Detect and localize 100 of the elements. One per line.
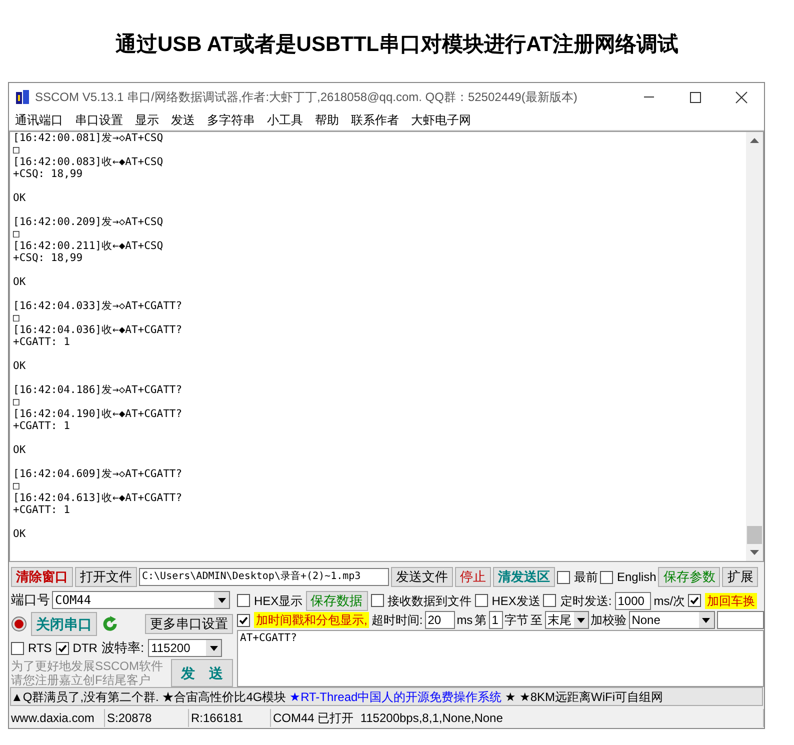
checkbox-label: 接收数据到文件 bbox=[388, 592, 472, 609]
interval-unit: ms/次 bbox=[654, 592, 686, 609]
checkbox-label: 最前 bbox=[574, 569, 598, 586]
checksum-label: 加校验 bbox=[590, 612, 627, 628]
clear-send-button[interactable]: 清发送区 bbox=[493, 567, 555, 588]
checkbox-label: HEX显示 bbox=[254, 592, 303, 609]
clear-window-button[interactable]: 清除窗口 bbox=[11, 567, 73, 588]
to-label: 至 bbox=[530, 612, 543, 628]
byte-label: 字节 bbox=[504, 612, 529, 628]
save-params-button[interactable]: 保存参数 bbox=[658, 567, 720, 588]
from-field[interactable]: 1 bbox=[488, 611, 503, 630]
timeout-label: 超时时间: bbox=[371, 612, 423, 628]
checkbox[interactable] bbox=[56, 642, 69, 655]
from-label: 第 bbox=[474, 612, 487, 628]
menu-item[interactable]: 小工具 bbox=[267, 111, 303, 130]
port-select[interactable]: COM44 bbox=[52, 591, 230, 610]
status-text: S:20878 bbox=[105, 709, 189, 728]
log-line: +CGATT: 1 bbox=[13, 504, 71, 516]
record-icon bbox=[11, 616, 27, 632]
promo-text: 为了更好地发展SSCOM软件 bbox=[11, 659, 164, 674]
log-line: [16:42:00.211]收←◆AT+CSQ bbox=[13, 240, 164, 252]
close-icon[interactable] bbox=[734, 90, 748, 104]
log-line: □ bbox=[13, 228, 20, 240]
log-line: OK bbox=[13, 276, 27, 288]
status-text: R:166181 bbox=[189, 709, 271, 728]
send-button[interactable]: 发 送 bbox=[171, 659, 233, 688]
baud-select[interactable]: 115200 bbox=[148, 639, 222, 658]
checksum-select[interactable]: None bbox=[628, 611, 715, 630]
log-line: +CGATT: 1 bbox=[13, 420, 71, 432]
checkbox-label: English bbox=[617, 569, 656, 586]
log-line: [16:42:04.613]收←◆AT+CGATT? bbox=[13, 492, 184, 504]
menu-item[interactable]: 显示 bbox=[135, 111, 159, 130]
log-line: OK bbox=[13, 444, 27, 456]
menu-item[interactable]: 串口设置 bbox=[75, 111, 123, 130]
menu-item[interactable]: 帮助 bbox=[315, 111, 339, 130]
checkbox[interactable] bbox=[543, 594, 556, 608]
log-line: □ bbox=[13, 312, 20, 324]
log-line: □ bbox=[13, 396, 20, 408]
expand-button[interactable]: 扩展 bbox=[722, 567, 758, 588]
checkbox-label: 加回车换 bbox=[705, 592, 758, 609]
menu-item[interactable]: 发送 bbox=[171, 111, 195, 130]
send-text-area[interactable]: AT+CGATT? bbox=[237, 630, 764, 688]
checkbox[interactable] bbox=[237, 594, 250, 608]
checkbox[interactable] bbox=[600, 570, 613, 584]
checkbox[interactable] bbox=[557, 570, 570, 584]
close-port-button[interactable]: 关闭串口 bbox=[31, 612, 97, 636]
log-line: +CSQ: 18,99 bbox=[13, 168, 84, 180]
checkbox[interactable] bbox=[237, 614, 250, 627]
checkbox[interactable] bbox=[688, 594, 702, 608]
checkbox[interactable] bbox=[474, 594, 488, 608]
checkbox-label: 定时发送: bbox=[560, 592, 612, 609]
menu-item[interactable]: 联系作者 bbox=[351, 111, 399, 130]
scrollbar[interactable] bbox=[746, 132, 763, 562]
maximize-icon[interactable] bbox=[688, 90, 702, 104]
status-text: www.daxia.com bbox=[9, 709, 105, 728]
checkbox-label: HEX发送 bbox=[492, 592, 540, 609]
open-file-button[interactable]: 打开文件 bbox=[75, 567, 137, 588]
checkbox-label: DTR bbox=[72, 640, 98, 656]
port-label: 端口号 bbox=[11, 592, 50, 608]
log-line: □ bbox=[13, 480, 20, 492]
log-line: OK bbox=[13, 192, 27, 204]
log-line: □ bbox=[13, 144, 20, 156]
refresh-icon[interactable] bbox=[101, 615, 119, 634]
ticker-text: ▲Q群满员了,没有第二个群. ★合宙高性价比4G模块 bbox=[11, 688, 288, 706]
end-select[interactable]: 末尾 bbox=[544, 611, 589, 630]
log-line: [16:42:00.209]发→◇AT+CSQ bbox=[13, 216, 164, 228]
select-value: 115200 bbox=[150, 640, 192, 656]
app-icon bbox=[15, 89, 31, 105]
menu-item[interactable]: 多字符串 bbox=[207, 111, 255, 130]
checkbox-label: 加时间戳和分包显示, bbox=[254, 612, 370, 628]
promo-text: 请您注册嘉立创F结尾客户 bbox=[11, 673, 152, 688]
log-line: [16:42:00.081]发→◇AT+CSQ bbox=[13, 132, 164, 144]
send-file-button[interactable]: 发送文件 bbox=[391, 567, 453, 588]
select-value: None bbox=[630, 612, 662, 628]
file-path-field[interactable]: C:\Users\ADMIN\Desktop\录音+(2)~1.mp3 bbox=[139, 568, 389, 586]
window-title: SSCOM V5.13.1 串口/网络数据调试器,作者:大虾丁丁,2618058@qq.com. QQ群：52502449(最新版本) bbox=[35, 89, 578, 106]
select-value: 末尾 bbox=[546, 612, 573, 628]
stop-button[interactable]: 停止 bbox=[455, 567, 491, 588]
ticker-text: ★ ★8KM远距离WiFi可自组网 bbox=[504, 688, 664, 706]
checkbox[interactable] bbox=[11, 642, 24, 655]
log-line: +CGATT: 1 bbox=[13, 336, 71, 348]
timeout-field[interactable]: 20 bbox=[424, 611, 455, 630]
select-value: COM44 bbox=[54, 592, 92, 608]
scroll-thumb[interactable] bbox=[747, 526, 762, 544]
log-line: OK bbox=[13, 528, 27, 540]
extra-field[interactable] bbox=[716, 611, 764, 630]
interval-field[interactable]: 1000 bbox=[614, 592, 651, 610]
log-line: +CSQ: 18,99 bbox=[13, 252, 84, 264]
log-line: OK bbox=[13, 360, 27, 372]
status-text: COM44 已打开 115200bps,8,1,None,None bbox=[271, 709, 764, 728]
ticker-text: ★RT-Thread中国人的开源免费操作系统 bbox=[290, 688, 502, 706]
more-settings-button[interactable]: 更多串口设置 bbox=[145, 614, 233, 634]
log-line: [16:42:04.609]发→◇AT+CGATT? bbox=[13, 468, 184, 480]
page-heading: 通过USB AT或者是USBTTL串口对模块进行AT注册网络调试 bbox=[114, 32, 680, 58]
menu-item[interactable]: 大虾电子网 bbox=[411, 111, 471, 130]
baud-label: 波特率: bbox=[101, 640, 144, 656]
log-line: [16:42:00.083]收←◆AT+CSQ bbox=[13, 156, 164, 168]
menu-item[interactable]: 通讯端口 bbox=[15, 111, 63, 130]
checkbox[interactable] bbox=[370, 594, 384, 608]
save-data-button[interactable]: 保存数据 bbox=[306, 590, 368, 611]
